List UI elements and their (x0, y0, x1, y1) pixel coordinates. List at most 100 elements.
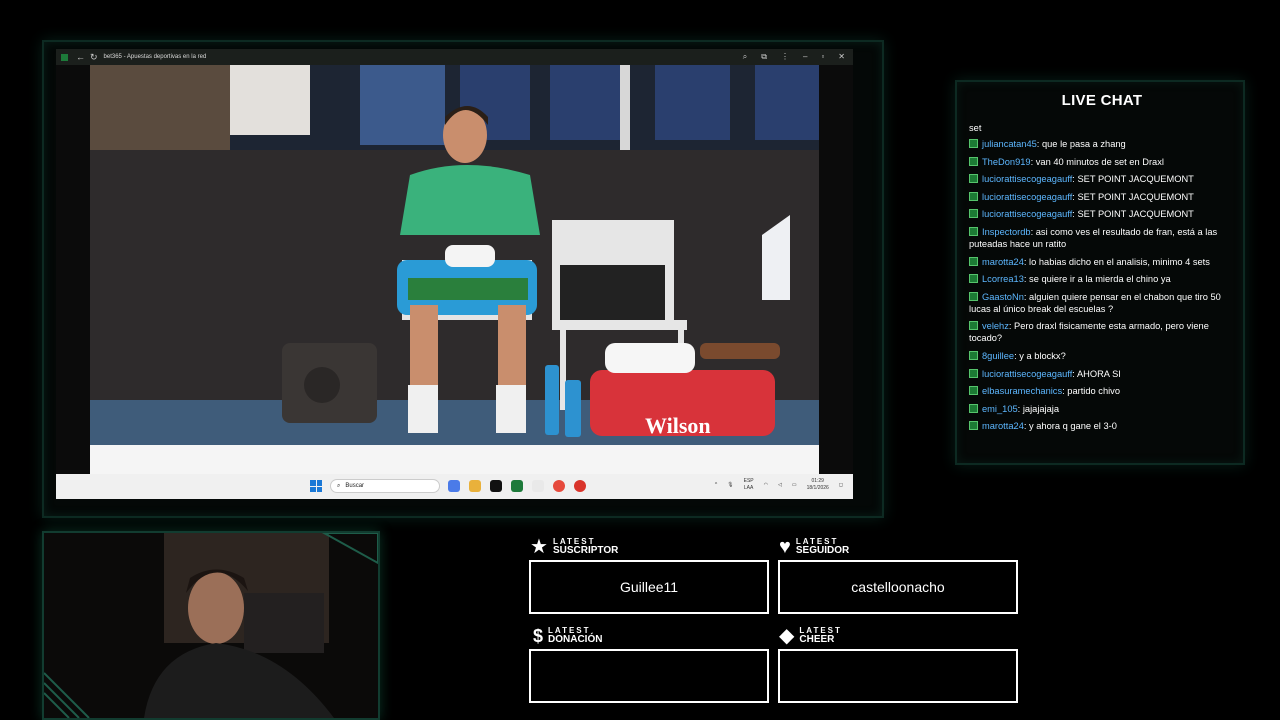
chat-message: luciorattisecogeagauff: SET POINT JACQUE… (969, 191, 1234, 203)
chat-username[interactable]: emi_105 (982, 404, 1018, 414)
volume-icon[interactable]: ◁ (778, 482, 782, 488)
star-icon: ★ (530, 536, 548, 558)
windows-start-icon[interactable] (310, 480, 322, 492)
chat-message-text: AHORA SI (1076, 368, 1121, 379)
chat-message: 8guillee: y a blockx? (969, 350, 1234, 362)
chat-message: Lcorrea13: se quiere ir a la mierda el c… (969, 273, 1234, 285)
chat-username[interactable]: GaastoNn (982, 292, 1024, 302)
kick-badge-icon (969, 350, 978, 360)
chat-message-text: jajajajaja (1022, 403, 1060, 414)
chat-message: elbasuramechanics: partido chivo (969, 385, 1234, 397)
browser-window: ← ↻ bet365 - Apuestas deportivas en la r… (56, 49, 853, 499)
chat-message-text: partido chivo (1067, 386, 1120, 397)
chat-message: marotta24: lo habias dicho en el analisi… (969, 256, 1234, 268)
search-icon: ⌕ (337, 482, 341, 489)
minimize-button[interactable]: – (803, 52, 807, 62)
latest-sub-box: Guillee11 (529, 560, 769, 614)
wifi-icon[interactable]: ◠ (764, 482, 768, 488)
maximize-button[interactable]: ▫ (821, 52, 824, 62)
chat-username[interactable]: TheDon919 (982, 157, 1031, 167)
heart-icon: ♥ (779, 536, 791, 558)
microphone-icon[interactable]: 🎙 (727, 482, 733, 488)
chat-username[interactable]: 8guillee (982, 351, 1014, 361)
file-explorer-app-icon[interactable] (469, 480, 481, 492)
chat-message-text: lo habias dicho en el analisis, minimo 4… (1029, 256, 1210, 267)
chat-title: LIVE CHAT (1061, 92, 1143, 109)
chevron-up-icon[interactable]: ^ (715, 482, 717, 488)
latest-sub-value: Guillee11 (619, 579, 679, 595)
taskbar-pinned-apps (448, 480, 586, 492)
tennis-player-video-frame: Wilson (90, 65, 819, 474)
chat-message: marotta24: y ahora q gane el 3-0 (969, 420, 1234, 432)
chat-username[interactable]: marotta24 (982, 257, 1024, 267)
menu-icon[interactable]: ⋮ (781, 52, 789, 62)
kick-badge-icon (969, 256, 978, 266)
taskbar-search-input[interactable]: ⌕ Buscar (330, 479, 440, 493)
kick-badge-icon (969, 274, 978, 284)
clock[interactable]: 01:29 18/1/2026 (807, 478, 829, 492)
chat-message-text: y a blockx? (1019, 350, 1066, 361)
chat-message-text: SET POINT JACQUEMONT (1077, 209, 1194, 220)
chat-username[interactable]: luciorattisecogeagauff (982, 192, 1072, 202)
chat-username[interactable]: luciorattisecogeagauff (982, 209, 1072, 219)
chat-message: juliancatan45: que le pasa a zhang (969, 138, 1234, 150)
chat-message: luciorattisecogeagauff: SET POINT JACQUE… (969, 208, 1234, 220)
webcam-decorative-stripes (44, 533, 378, 718)
latest-cheer-label: ◆ LATEST CHEER (779, 625, 842, 647)
kick-badge-icon (969, 226, 978, 236)
chat-message-text: se quiere ir a la mierda el chino ya (1029, 274, 1171, 285)
latest-follower-label: ♥ LATEST SEGUIDOR (779, 536, 850, 558)
kick-badge-icon (969, 291, 978, 301)
tennis-video-stream[interactable]: Wilson (90, 65, 819, 474)
latest-follower-value: castelloonacho (851, 579, 945, 595)
kick-badge-icon (969, 368, 978, 378)
chat-username[interactable]: luciorattisecogeagauff (982, 174, 1072, 184)
bet365-favicon-icon (61, 53, 68, 61)
latest-donation-box (529, 649, 769, 703)
system-tray: ^ 🎙 ESP LAA ◠ ◁ ▭ 01:29 18/1/2026 ◻ (715, 478, 843, 492)
kick-badge-icon (969, 209, 978, 219)
latest-sub-label: ★ LATEST SUSCRIPTOR (530, 536, 619, 558)
chat-username[interactable]: elbasuramechanics (982, 386, 1062, 396)
chat-message: Inspectordb: asi como ves el resultado d… (969, 226, 1234, 250)
chat-message: GaastoNn: alguien quiere pensar en el ch… (969, 291, 1234, 315)
kick-badge-icon (969, 403, 978, 413)
chat-message-text: SET POINT JACQUEMONT (1077, 174, 1194, 185)
chat-username[interactable]: juliancatan45 (982, 139, 1037, 149)
chat-message: emi_105: jajajajaja (969, 403, 1234, 415)
extensions-icon[interactable]: ⧉ (761, 52, 767, 62)
close-button[interactable]: ✕ (838, 52, 845, 62)
extra-app-icon[interactable] (574, 480, 586, 492)
chat-username[interactable]: velehz (982, 321, 1009, 331)
kick-badge-icon (969, 156, 978, 166)
browser-titlebar: ← ↻ bet365 - Apuestas deportivas en la r… (56, 49, 853, 65)
whatsapp-app-icon[interactable] (532, 480, 544, 492)
reload-button[interactable]: ↻ (90, 52, 98, 63)
chat-message: velehz: Pero draxl fisicamente esta arma… (969, 320, 1234, 344)
chat-message-text: van 40 minutos de set en Draxl (1035, 156, 1164, 167)
tiktok-app-icon[interactable] (490, 480, 502, 492)
chat-message-text: SET POINT JACQUEMONT (1077, 191, 1194, 202)
chat-message-text: que le pasa a zhang (1041, 139, 1126, 149)
svg-text:Wilson: Wilson (645, 413, 711, 438)
chat-username[interactable]: Lcorrea13 (982, 274, 1024, 284)
chat-username[interactable]: Inspectordb (982, 227, 1031, 237)
search-placeholder: Buscar (345, 483, 365, 489)
battery-icon[interactable]: ▭ (792, 482, 797, 488)
kick-badge-icon (969, 191, 978, 201)
latest-follower-box: castelloonacho (778, 560, 1018, 614)
latest-cheer-box (778, 649, 1018, 703)
chrome-app-icon[interactable] (553, 480, 565, 492)
language-indicator[interactable]: ESP LAA (744, 478, 754, 492)
zoom-icon[interactable]: ⌕ (743, 52, 747, 62)
chat-username[interactable]: marotta24 (982, 421, 1024, 431)
diamond-icon: ◆ (779, 625, 795, 647)
copilot-app-icon[interactable] (448, 480, 460, 492)
live-chat-panel: LIVE CHAT set juliancatan45: que le pasa… (955, 80, 1245, 465)
notifications-icon[interactable]: ◻ (839, 482, 843, 488)
back-button[interactable]: ← (76, 52, 85, 62)
bet365-app-icon[interactable] (511, 480, 523, 492)
chat-username[interactable]: luciorattisecogeagauff (982, 369, 1072, 379)
window-title: bet365 - Apuestas deportivas en la red (103, 54, 207, 60)
kick-badge-icon (969, 139, 978, 148)
